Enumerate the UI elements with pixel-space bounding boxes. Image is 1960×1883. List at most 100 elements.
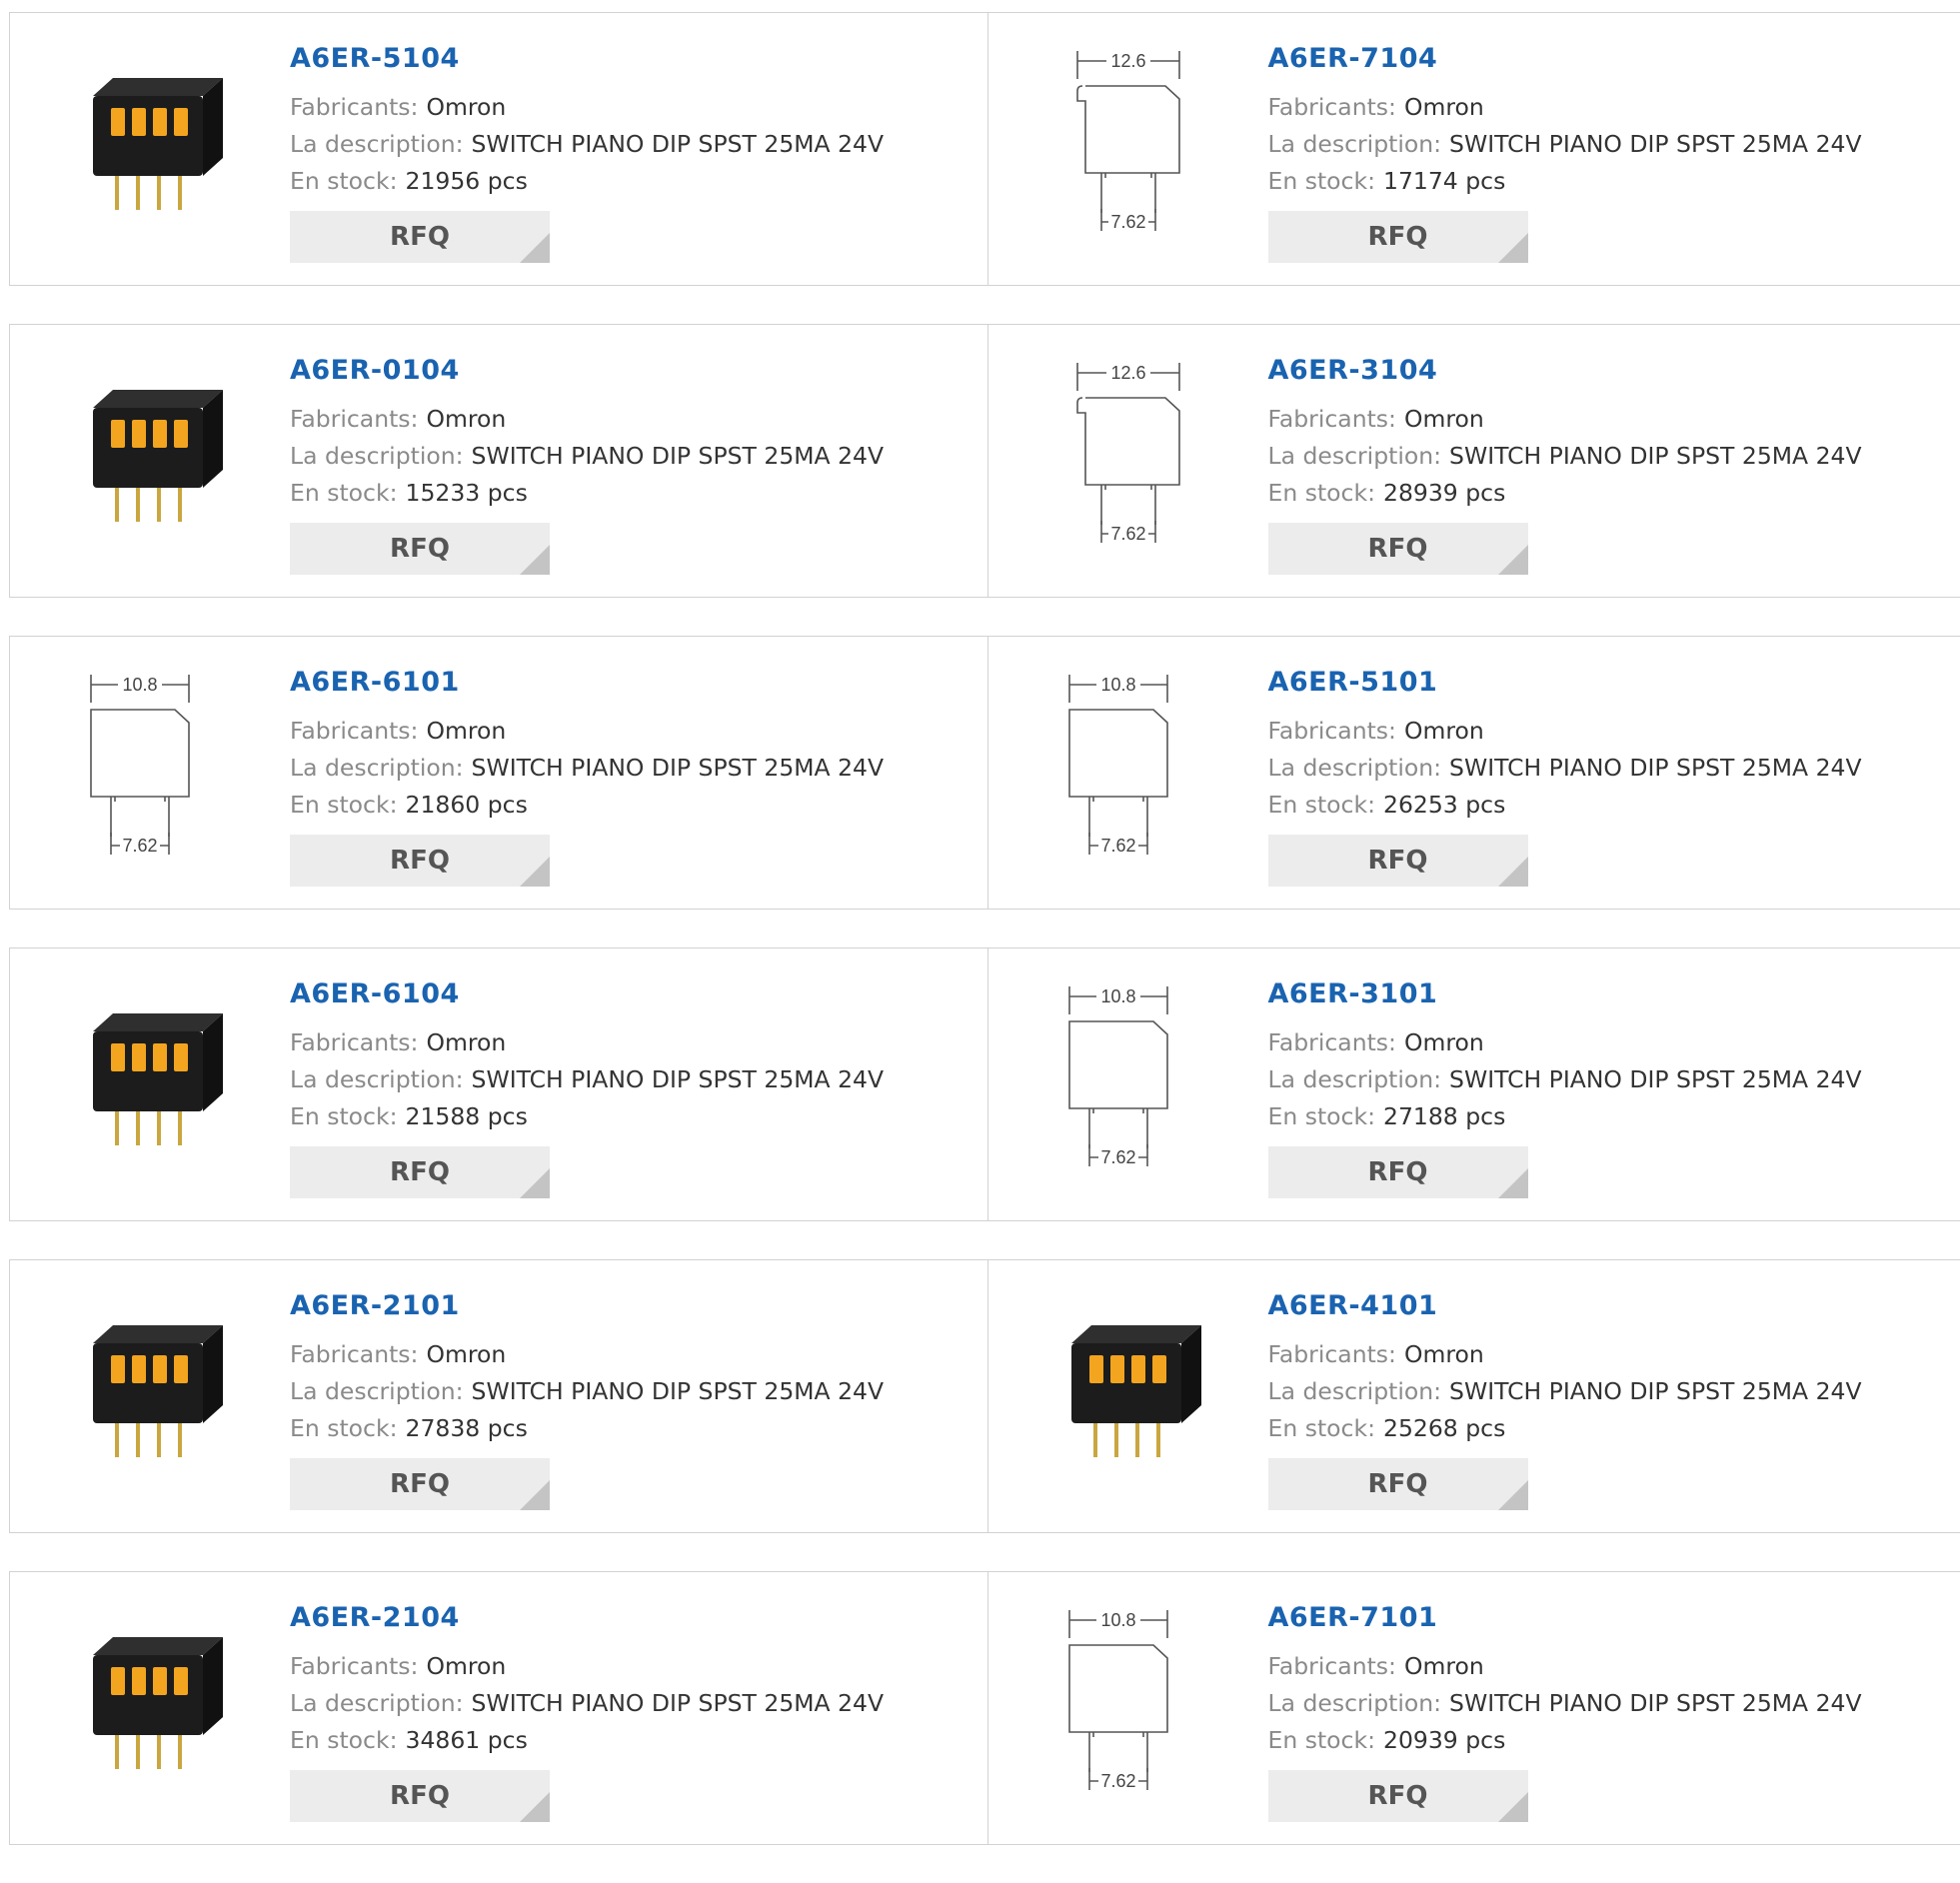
description-line: La description:SWITCH PIANO DIP SPST 25M… bbox=[290, 126, 884, 163]
description-value: SWITCH PIANO DIP SPST 25MA 24V bbox=[1449, 1377, 1862, 1405]
product-row: A6ER-6104 Fabricants: Omron La descriptio… bbox=[9, 947, 1960, 1221]
dimension-width-text: 12.6 bbox=[1110, 51, 1145, 71]
manufacturer-value: Omron bbox=[426, 405, 506, 433]
dimension-width-text: 12.6 bbox=[1110, 363, 1145, 383]
manufacturer-line: Fabricants: Omron bbox=[1268, 89, 1862, 126]
product-title-link[interactable]: A6ER-6104 bbox=[290, 978, 884, 1009]
product-image[interactable] bbox=[48, 976, 248, 1176]
manufacturer-line: Fabricants: Omron bbox=[1268, 1024, 1862, 1061]
manufacturer-label: Fabricants: bbox=[290, 1028, 418, 1056]
product-image[interactable]: 10.87.62 bbox=[1026, 665, 1226, 865]
dip-switch-photo bbox=[1041, 1303, 1211, 1473]
product-title-link[interactable]: A6ER-2104 bbox=[290, 1602, 884, 1633]
product-title-link[interactable]: A6ER-3104 bbox=[1268, 355, 1862, 386]
product-title-link[interactable]: A6ER-6101 bbox=[290, 667, 884, 698]
stock-label: En stock: bbox=[1268, 1726, 1376, 1754]
description-line: La description:SWITCH PIANO DIP SPST 25M… bbox=[290, 438, 884, 475]
product-image[interactable] bbox=[48, 1288, 248, 1488]
product-image[interactable] bbox=[48, 353, 248, 553]
product-row: A6ER-5104 Fabricants: Omron La descriptio… bbox=[9, 12, 1960, 286]
manufacturer-value: Omron bbox=[426, 717, 506, 745]
product-title-link[interactable]: A6ER-4101 bbox=[1268, 1290, 1862, 1321]
rfq-corner-decoration bbox=[520, 1168, 550, 1198]
product-image[interactable]: 12.67.62 bbox=[1026, 353, 1226, 553]
product-info: A6ER-6104 Fabricants:Omron La descriptio… bbox=[290, 978, 884, 1198]
stock-value: 34861 pcs bbox=[406, 1726, 528, 1754]
product-image[interactable] bbox=[1026, 1288, 1226, 1488]
dimension-pitch-text: 7.62 bbox=[1100, 1147, 1135, 1167]
manufacturer-label: Fabricants: bbox=[1268, 1028, 1396, 1056]
manufacturer-value: Omron bbox=[1404, 1340, 1484, 1368]
product-image[interactable]: 10.8 7.62 bbox=[1026, 976, 1226, 1176]
stock-value: 25268 pcs bbox=[1383, 1414, 1505, 1442]
stock-label: En stock: bbox=[1268, 1414, 1376, 1442]
product-image[interactable] bbox=[48, 1600, 248, 1800]
rfq-button[interactable]: RFQ bbox=[1268, 835, 1528, 887]
product-image[interactable]: 12.67.62 bbox=[1026, 41, 1226, 241]
rfq-button[interactable]: RFQ bbox=[290, 1146, 550, 1198]
rfq-button[interactable]: RFQ bbox=[1268, 1770, 1528, 1822]
dip-switch-photo bbox=[63, 991, 233, 1161]
rfq-button[interactable]: RFQ bbox=[290, 523, 550, 575]
rfq-button[interactable]: RFQ bbox=[1268, 523, 1528, 575]
description-label: La description: bbox=[1268, 442, 1442, 470]
product-title-link[interactable]: A6ER-5104 bbox=[290, 43, 884, 74]
rfq-button[interactable]: RFQ bbox=[1268, 211, 1528, 263]
product-card: 10.87.62 A6ER-5101 Fabricants:Omron La d… bbox=[987, 637, 1960, 909]
product-title-link[interactable]: A6ER-5101 bbox=[1268, 667, 1862, 698]
rfq-button[interactable]: RFQ bbox=[1268, 1458, 1528, 1510]
dimension-width-text: 10.8 bbox=[1100, 986, 1135, 1006]
manufacturer-value: Omron bbox=[1404, 1652, 1484, 1680]
rfq-button-label: RFQ bbox=[1368, 1157, 1428, 1187]
rfq-button[interactable]: RFQ bbox=[290, 1770, 550, 1822]
rfq-button-label: RFQ bbox=[1368, 846, 1428, 876]
rfq-button[interactable]: RFQ bbox=[1268, 1146, 1528, 1198]
description-line: La description:SWITCH PIANO DIP SPST 25M… bbox=[1268, 126, 1862, 163]
product-image[interactable]: 10.87.62 bbox=[1026, 1600, 1226, 1800]
stock-line: En stock:27838 pcs bbox=[290, 1410, 884, 1447]
stock-label: En stock: bbox=[1268, 1102, 1376, 1130]
product-card: 10.8 7.62 A6ER-3101 Fabricants: Omron La d… bbox=[987, 948, 1960, 1220]
dimension-width-text: 10.8 bbox=[1100, 675, 1135, 695]
stock-line: En stock:34861 pcs bbox=[290, 1722, 884, 1759]
manufacturer-label: Fabricants: bbox=[1268, 93, 1396, 121]
stock-line: En stock:17174 pcs bbox=[1268, 163, 1862, 200]
product-title-link[interactable]: A6ER-7104 bbox=[1268, 43, 1862, 74]
description-label: La description: bbox=[290, 1689, 464, 1717]
dimension-drawing: 10.87.62 bbox=[1051, 665, 1201, 865]
product-title-link[interactable]: A6ER-2101 bbox=[290, 1290, 884, 1321]
rfq-button-label: RFQ bbox=[390, 1781, 450, 1811]
rfq-button[interactable]: RFQ bbox=[290, 835, 550, 887]
product-image[interactable] bbox=[48, 41, 248, 241]
product-card: 10.87.62 A6ER-7101 Fabricants:Omron La d… bbox=[987, 1572, 1960, 1844]
product-info: A6ER-5104 Fabricants:Omron La descriptio… bbox=[290, 43, 884, 263]
manufacturer-line: Fabricants:Omron bbox=[1268, 713, 1862, 750]
product-info: A6ER-2101 Fabricants:Omron La descriptio… bbox=[290, 1290, 884, 1510]
manufacturer-value: Omron bbox=[426, 1652, 506, 1680]
product-title-link[interactable]: A6ER-0104 bbox=[290, 355, 884, 386]
rfq-corner-decoration bbox=[1498, 1480, 1528, 1510]
manufacturer-line: Fabricants: Omron bbox=[1268, 1336, 1862, 1373]
rfq-button-label: RFQ bbox=[390, 846, 450, 876]
description-label: La description: bbox=[1268, 754, 1442, 782]
stock-label: En stock: bbox=[290, 1414, 398, 1442]
rfq-button-label: RFQ bbox=[1368, 534, 1428, 564]
rfq-button[interactable]: RFQ bbox=[290, 211, 550, 263]
stock-value: 26253 pcs bbox=[1383, 791, 1505, 819]
manufacturer-value: Omron bbox=[1404, 1028, 1484, 1056]
product-info: A6ER-6101 Fabricants:Omron La descriptio… bbox=[290, 667, 884, 887]
product-card: 12.67.62 A6ER-7104 Fabricants: Omron La d… bbox=[987, 13, 1960, 285]
manufacturer-label: Fabricants: bbox=[1268, 1340, 1396, 1368]
rfq-corner-decoration bbox=[520, 857, 550, 887]
product-info: A6ER-3104 Fabricants:Omron La descriptio… bbox=[1268, 355, 1862, 575]
description-value: SWITCH PIANO DIP SPST 25MA 24V bbox=[472, 754, 885, 782]
stock-label: En stock: bbox=[290, 791, 398, 819]
product-title-link[interactable]: A6ER-3101 bbox=[1268, 978, 1862, 1009]
dimension-drawing: 10.87.62 bbox=[1051, 1600, 1201, 1800]
manufacturer-value: Omron bbox=[1404, 93, 1484, 121]
rfq-button[interactable]: RFQ bbox=[290, 1458, 550, 1510]
product-image[interactable]: 10.87.62 bbox=[48, 665, 248, 865]
product-title-link[interactable]: A6ER-7101 bbox=[1268, 1602, 1862, 1633]
stock-label: En stock: bbox=[290, 479, 398, 507]
description-label: La description: bbox=[1268, 1065, 1442, 1093]
